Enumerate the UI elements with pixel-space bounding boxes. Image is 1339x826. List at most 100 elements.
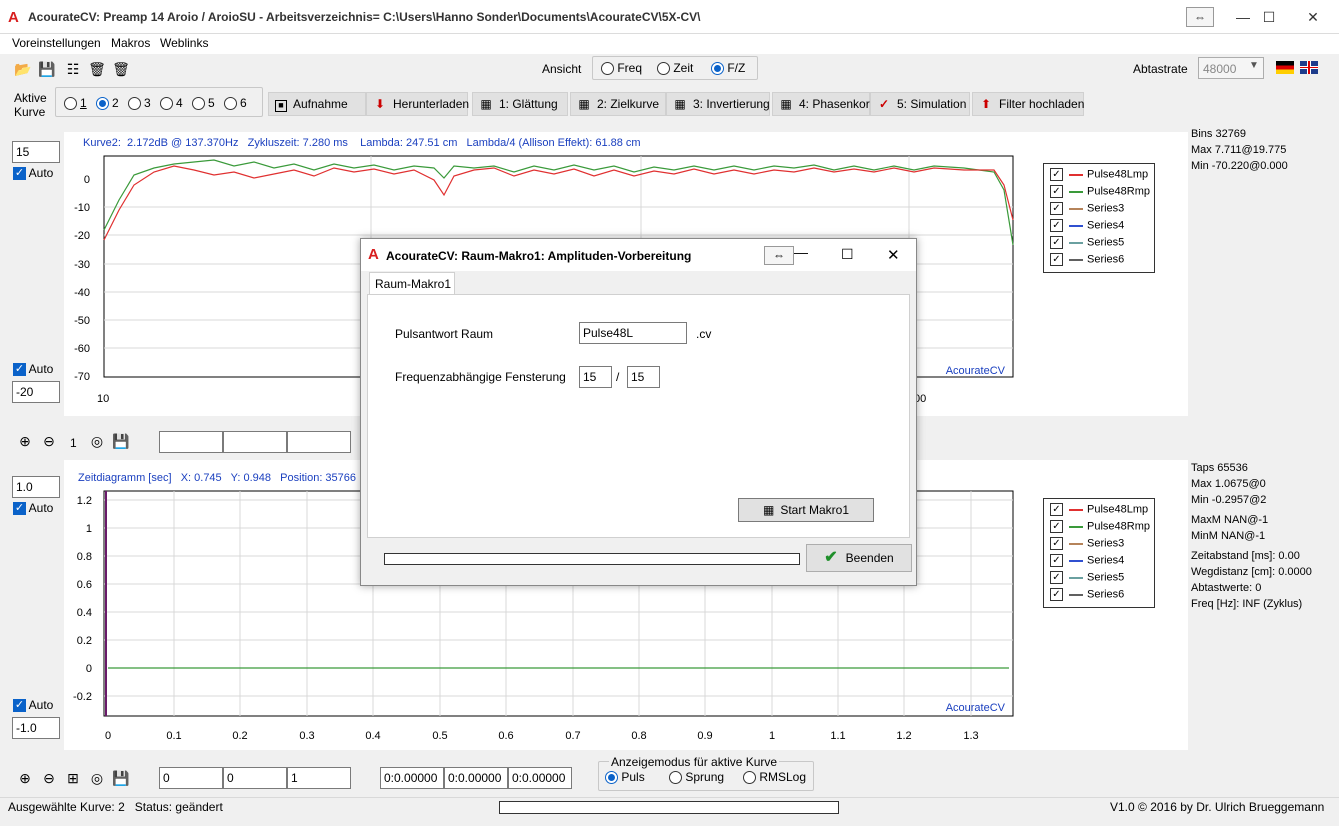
rmslog-radio[interactable]: [743, 771, 756, 785]
legend-item[interactable]: ✓ Series3: [1050, 537, 1124, 554]
fz-radio[interactable]: [711, 62, 724, 76]
time-top-input[interactable]: 1.0: [12, 476, 60, 498]
freq-top-input[interactable]: 15: [12, 141, 60, 163]
menu-makros[interactable]: Makros: [111, 36, 150, 50]
restore-arrows-button[interactable]: ⇔: [1186, 7, 1214, 27]
legend-item[interactable]: ✓ Pulse48Rmp: [1050, 185, 1150, 202]
legend-item[interactable]: ✓ Series4: [1050, 554, 1124, 571]
list-icon[interactable]: ☷: [64, 60, 82, 78]
legend-checkbox[interactable]: ✓: [1050, 588, 1063, 601]
legend-checkbox[interactable]: ✓: [1050, 554, 1063, 567]
trash-icon[interactable]: 🗑: [112, 60, 130, 78]
bottom-input-a1[interactable]: 0: [159, 767, 223, 789]
menu-weblinks[interactable]: Weblinks: [160, 36, 208, 50]
mode-option-sprung[interactable]: Sprung: [669, 770, 724, 785]
curve-6-radio[interactable]: [224, 97, 237, 111]
dialog-close-button[interactable]: ✕: [887, 246, 900, 264]
legend-item[interactable]: ✓ Series6: [1050, 253, 1124, 270]
legend-checkbox[interactable]: ✓: [1050, 571, 1063, 584]
beenden-button[interactable]: ✔ Beenden: [806, 544, 912, 572]
glaettung-button[interactable]: ▦ 1: Glättung: [472, 92, 568, 116]
curve-option-4[interactable]: 4: [160, 96, 183, 111]
sample-rate-select[interactable]: 48000 ▼: [1198, 57, 1264, 79]
curve-option-5[interactable]: 5: [192, 96, 215, 111]
mode-option-puls[interactable]: Puls: [605, 770, 645, 785]
auto-checkbox[interactable]: ✓: [13, 167, 26, 181]
filter-hochladen-button[interactable]: ⬆ Filter hochladen: [972, 92, 1084, 116]
mode-option-rmslog[interactable]: RMSLog: [743, 770, 806, 785]
auto-checkbox[interactable]: ✓: [13, 363, 26, 377]
freq-bottom-input[interactable]: -20: [12, 381, 60, 403]
herunterladen-button[interactable]: ⬇ Herunterladen: [366, 92, 469, 116]
target-icon[interactable]: ◎: [88, 769, 106, 787]
legend-checkbox[interactable]: ✓: [1050, 236, 1063, 249]
freq-radio[interactable]: [601, 62, 614, 76]
aufnahme-button[interactable]: ■ Aufnahme: [268, 92, 366, 116]
legend-item[interactable]: ✓ Series5: [1050, 236, 1124, 253]
time-auto-bottom[interactable]: ✓ Auto: [13, 698, 53, 713]
freq-auto-bottom[interactable]: ✓ Auto: [13, 362, 53, 377]
auto-checkbox[interactable]: ✓: [13, 502, 26, 516]
invertierung-button[interactable]: ▦ 3: Invertierung: [666, 92, 770, 116]
freq-auto-top[interactable]: ✓ Auto: [13, 166, 53, 181]
legend-item[interactable]: ✓ Series6: [1050, 588, 1124, 605]
legend-item[interactable]: ✓ Pulse48Lmp: [1050, 168, 1148, 185]
simulation-button[interactable]: ✓ 5: Simulation: [870, 92, 970, 116]
legend-item[interactable]: ✓ Series3: [1050, 202, 1124, 219]
close-button[interactable]: ✕: [1290, 0, 1336, 34]
time-auto-top[interactable]: ✓ Auto: [13, 501, 53, 516]
legend-checkbox[interactable]: ✓: [1050, 503, 1063, 516]
bottom-input-a3[interactable]: 1: [287, 767, 351, 789]
target-icon[interactable]: ◎: [88, 432, 106, 450]
curve-option-1[interactable]: 1: [64, 96, 87, 111]
zoom-in-icon[interactable]: ⊕: [16, 432, 34, 450]
curve-1-radio[interactable]: [64, 97, 77, 111]
maximize-button[interactable]: ☐: [1246, 0, 1292, 34]
curve-option-6[interactable]: 6: [224, 96, 247, 111]
bottom-input-b1[interactable]: 0:0.00000: [380, 767, 444, 789]
legend-checkbox[interactable]: ✓: [1050, 520, 1063, 533]
mid-input-1[interactable]: [159, 431, 223, 453]
view-option-fz[interactable]: F/Z: [711, 61, 745, 76]
legend-item[interactable]: ✓ Pulse48Lmp: [1050, 503, 1148, 520]
curve-3-radio[interactable]: [128, 97, 141, 111]
dialog-tab[interactable]: Raum-Makro1: [369, 272, 455, 294]
phasenkorr-button[interactable]: ▦ 4: Phasenkorr: [772, 92, 874, 116]
mid-input-3[interactable]: [287, 431, 351, 453]
menu-voreinstellungen[interactable]: Voreinstellungen: [12, 36, 101, 50]
mid-input-2[interactable]: [223, 431, 287, 453]
auto-checkbox[interactable]: ✓: [13, 699, 26, 713]
view-option-zeit[interactable]: Zeit: [657, 61, 693, 76]
legend-checkbox[interactable]: ✓: [1050, 537, 1063, 550]
dialog-minimize-button[interactable]: —: [794, 244, 808, 260]
view-option-freq[interactable]: Freq: [601, 61, 642, 76]
open-folder-icon[interactable]: 📂: [14, 60, 32, 78]
curve-option-3[interactable]: 3: [128, 96, 151, 111]
bottom-input-b2[interactable]: 0:0.00000: [444, 767, 508, 789]
dialog-maximize-button[interactable]: ☐: [841, 246, 854, 263]
legend-checkbox[interactable]: ✓: [1050, 253, 1063, 266]
pulse-input[interactable]: Pulse48L: [579, 322, 687, 344]
legend-item[interactable]: ✓ Series4: [1050, 219, 1124, 236]
chart-zoom-icon[interactable]: ⊞: [64, 769, 82, 787]
curve-4-radio[interactable]: [160, 97, 173, 111]
dialog-restore-arrows-button[interactable]: ⇔: [764, 246, 794, 265]
zeit-radio[interactable]: [657, 62, 670, 76]
window-input-a[interactable]: 15: [579, 366, 612, 388]
legend-item[interactable]: ✓ Pulse48Rmp: [1050, 520, 1150, 537]
curve-5-radio[interactable]: [192, 97, 205, 111]
curve-2-radio[interactable]: [96, 97, 109, 111]
save-icon[interactable]: 💾: [112, 769, 130, 787]
german-flag-icon[interactable]: [1276, 61, 1294, 74]
legend-checkbox[interactable]: ✓: [1050, 185, 1063, 198]
save-icon[interactable]: 💾: [112, 432, 130, 450]
start-macro-button[interactable]: ▦ Start Makro1: [738, 498, 874, 522]
legend-checkbox[interactable]: ✓: [1050, 202, 1063, 215]
legend-checkbox[interactable]: ✓: [1050, 219, 1063, 232]
window-input-b[interactable]: 15: [627, 366, 660, 388]
uk-flag-icon[interactable]: [1300, 61, 1318, 74]
puls-radio[interactable]: [605, 771, 618, 785]
zielkurve-button[interactable]: ▦ 2: Zielkurve: [570, 92, 666, 116]
zoom-in-icon[interactable]: ⊕: [16, 769, 34, 787]
time-bottom-input[interactable]: -1.0: [12, 717, 60, 739]
